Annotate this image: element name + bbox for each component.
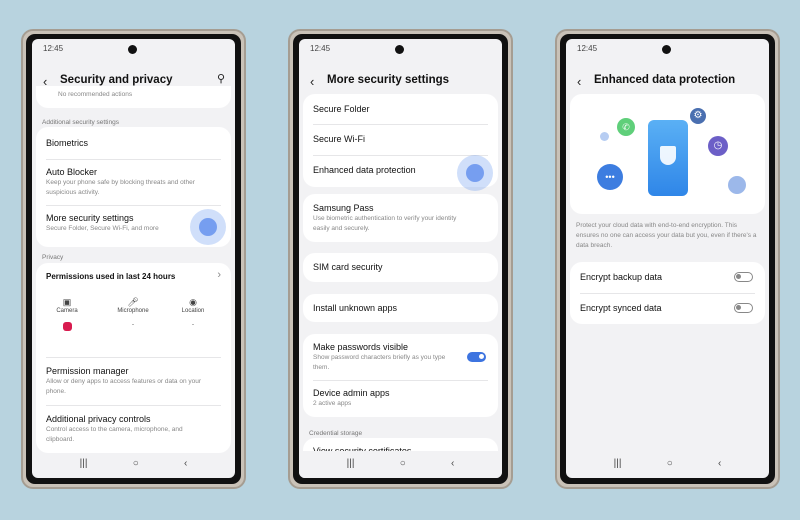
camera-app-badge — [62, 322, 72, 331]
microphone-icon: 🎤︎ — [127, 297, 139, 307]
touch-indicator — [190, 209, 226, 245]
back-button[interactable]: ‹ — [184, 458, 187, 472]
phone-enhanced-data-protection: 12:45 ‹ Enhanced data protection ••• ✆ ⚙… — [555, 29, 780, 489]
illustration-card: ••• ✆ ⚙ ◷ — [570, 94, 765, 214]
decorative-dot — [600, 132, 609, 141]
permission-manager-item[interactable]: Permission manager Allow or deny apps to … — [36, 358, 231, 404]
recents-button[interactable]: ||| — [614, 458, 622, 472]
make-passwords-visible-toggle[interactable] — [467, 352, 486, 362]
privacy-card: Permissions used in last 24 hours › ▣ Came… — [36, 263, 231, 453]
home-button[interactable]: ○ — [400, 458, 406, 472]
recommended-card: No recommended actions — [36, 86, 231, 108]
additional-privacy-controls-item[interactable]: Additional privacy controls Control acces… — [36, 406, 231, 452]
recents-button[interactable]: ||| — [347, 458, 355, 472]
back-button[interactable]: ‹ — [718, 458, 721, 472]
permission-camera[interactable]: ▣ Camera — [37, 297, 97, 331]
device-admin-apps-item[interactable]: Device admin apps 2 active apps — [303, 381, 498, 417]
page-title: Security and privacy — [60, 74, 173, 86]
passwords-card: Make passwords visible Show password char… — [303, 334, 498, 417]
navigation-bar: ||| ○ ‹ — [566, 458, 769, 472]
page-title: Enhanced data protection — [594, 74, 736, 86]
status-time: 12:45 — [310, 44, 331, 53]
navigation-bar: ||| ○ ‹ — [299, 458, 502, 472]
back-button[interactable]: ‹ — [451, 458, 454, 472]
screen: 12:45 ‹ Enhanced data protection ••• ✆ ⚙… — [566, 39, 769, 478]
description-text: Protect your cloud data with end-to-end … — [576, 222, 757, 249]
samsung-pass-item[interactable]: Samsung Pass Use biometric authentication… — [303, 194, 498, 242]
install-unknown-apps-item[interactable]: Install unknown apps — [303, 294, 498, 322]
encrypt-backup-data-toggle[interactable] — [734, 272, 753, 282]
camera-cutout — [395, 45, 404, 54]
encrypt-synced-data-toggle[interactable] — [734, 303, 753, 313]
permissions-used-item[interactable]: Permissions used in last 24 hours › — [36, 263, 231, 291]
phone-call-icon: ✆ — [617, 118, 635, 136]
search-icon[interactable]: ⚲ — [217, 72, 225, 85]
screen: 12:45 ‹ Security and privacy ⚲ No recomm… — [32, 39, 235, 478]
location-icon: ◉ — [189, 297, 197, 307]
encrypt-backup-data-item[interactable]: Encrypt backup data — [570, 262, 765, 293]
section-label: Credential storage — [309, 430, 363, 437]
camera-icon: ▣ — [62, 297, 72, 307]
camera-cutout — [662, 45, 671, 54]
home-button[interactable]: ○ — [133, 458, 139, 472]
page-title: More security settings — [327, 74, 450, 86]
status-time: 12:45 — [577, 44, 598, 53]
chevron-right-icon: › — [217, 269, 221, 281]
biometrics-item[interactable]: Biometrics — [36, 127, 231, 159]
encrypt-synced-data-item[interactable]: Encrypt synced data — [570, 294, 765, 324]
phone-more-security: 12:45 ‹ More security settings Secure Fo… — [288, 29, 513, 489]
decorative-dot — [728, 176, 746, 194]
camera-cutout — [128, 45, 137, 54]
back-icon[interactable]: ‹ — [310, 74, 314, 89]
phone-shield-illustration — [648, 120, 688, 196]
secure-wifi-item[interactable]: Secure Wi-Fi — [303, 125, 498, 155]
gear-icon: ⚙ — [690, 108, 706, 124]
permission-microphone[interactable]: 🎤︎ Microphone - — [103, 297, 163, 328]
back-icon[interactable]: ‹ — [577, 74, 581, 89]
sim-card-security-item[interactable]: SIM card security — [303, 253, 498, 282]
auto-blocker-item[interactable]: Auto Blocker Keep your phone safe by bloc… — [36, 160, 231, 205]
recents-button[interactable]: ||| — [80, 458, 88, 472]
make-passwords-visible-item[interactable]: Make passwords visible Show password char… — [303, 334, 498, 379]
section-label: Additional security settings — [42, 119, 119, 126]
screen: 12:45 ‹ More security settings Secure Fo… — [299, 39, 502, 478]
encryption-card: Encrypt backup data Encrypt synced data — [570, 262, 765, 324]
touch-indicator — [457, 155, 493, 191]
navigation-bar: ||| ○ ‹ — [32, 458, 235, 472]
section-label: Privacy — [42, 254, 64, 261]
phone-security-privacy: 12:45 ‹ Security and privacy ⚲ No recomm… — [21, 29, 246, 489]
permission-location[interactable]: ◉ Location - — [163, 297, 223, 328]
clock-icon: ◷ — [708, 136, 728, 156]
home-button[interactable]: ○ — [667, 458, 673, 472]
status-time: 12:45 — [43, 44, 64, 53]
chat-icon: ••• — [597, 164, 623, 190]
secure-folder-item[interactable]: Secure Folder — [303, 94, 498, 124]
